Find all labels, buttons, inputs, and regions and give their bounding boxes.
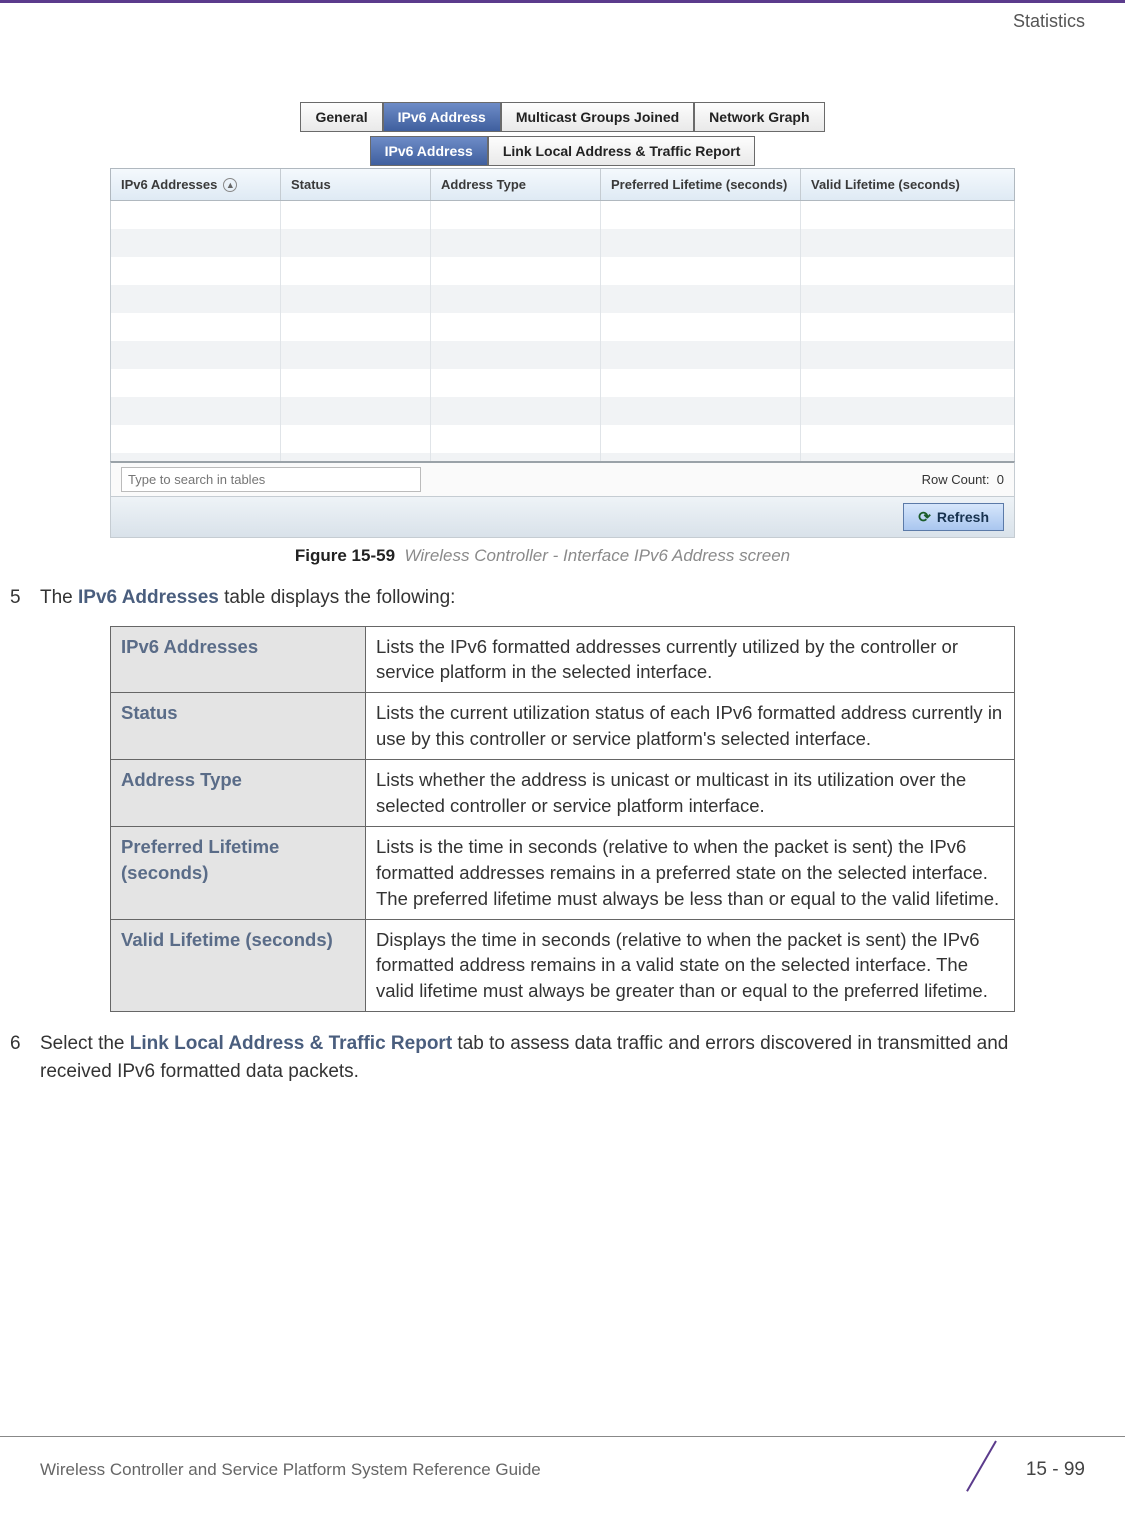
step-number: 6 (10, 1030, 40, 1085)
row-count-label: Row Count: (922, 472, 990, 487)
table-row: Preferred Lifetime (seconds) Lists is th… (111, 826, 1015, 919)
table-row: Valid Lifetime (seconds) Displays the ti… (111, 919, 1015, 1012)
term: Valid Lifetime (seconds) (111, 919, 366, 1012)
sort-asc-icon[interactable]: ▲ (223, 178, 237, 192)
refresh-label: Refresh (937, 509, 989, 525)
col-ipv6-addresses[interactable]: IPv6 Addresses ▲ (111, 169, 281, 200)
term: Address Type (111, 760, 366, 827)
tab-ipv6-address[interactable]: IPv6 Address (383, 102, 501, 132)
term: Preferred Lifetime (seconds) (111, 826, 366, 919)
definition: Lists the IPv6 formatted addresses curre… (366, 626, 1015, 693)
step-text: Select the Link Local Address & Traffic … (40, 1030, 1085, 1085)
action-bar: ⟳ Refresh (110, 497, 1015, 538)
keyword-ipv6-addresses: IPv6 Addresses (78, 587, 219, 608)
page-number: 15 - 99 (1026, 1459, 1085, 1481)
ui-screenshot: General IPv6 Address Multicast Groups Jo… (110, 102, 1015, 538)
definition: Lists is the time in seconds (relative t… (366, 826, 1015, 919)
refresh-button[interactable]: ⟳ Refresh (903, 503, 1004, 531)
text: The (40, 587, 78, 608)
text: table displays the following: (219, 587, 456, 608)
tab-multicast-groups[interactable]: Multicast Groups Joined (501, 102, 694, 132)
step-5: 5 The IPv6 Addresses table displays the … (10, 584, 1085, 612)
refresh-icon: ⟳ (918, 508, 931, 526)
figure-number: Figure 15-59 (295, 546, 395, 565)
figure-caption: Figure 15-59 Wireless Controller - Inter… (0, 546, 1085, 566)
row-count-value: 0 (997, 472, 1004, 487)
table-footer: Row Count: 0 (110, 461, 1015, 497)
keyword-link-local: Link Local Address & Traffic Report (130, 1033, 452, 1054)
table-row: Status Lists the current utilization sta… (111, 693, 1015, 760)
term: Status (111, 693, 366, 760)
definition: Lists the current utilization status of … (366, 693, 1015, 760)
definition: Displays the time in seconds (relative t… (366, 919, 1015, 1012)
table-row: IPv6 Addresses Lists the IPv6 formatted … (111, 626, 1015, 693)
subtab-ipv6-address[interactable]: IPv6 Address (370, 136, 488, 166)
definitions-table: IPv6 Addresses Lists the IPv6 formatted … (110, 626, 1015, 1013)
subtab-link-local[interactable]: Link Local Address & Traffic Report (488, 136, 756, 166)
col-valid-lifetime[interactable]: Valid Lifetime (seconds) (801, 169, 1014, 200)
table-header: IPv6 Addresses ▲ Status Address Type Pre… (110, 168, 1015, 201)
step-6: 6 Select the Link Local Address & Traffi… (10, 1030, 1085, 1085)
row-count: Row Count: 0 (922, 472, 1004, 487)
page-footer: Wireless Controller and Service Platform… (0, 1436, 1125, 1495)
tabs-primary: General IPv6 Address Multicast Groups Jo… (110, 102, 1015, 132)
tab-network-graph[interactable]: Network Graph (694, 102, 824, 132)
step-number: 5 (10, 584, 40, 612)
table-row: Address Type Lists whether the address i… (111, 760, 1015, 827)
text: Select the (40, 1033, 130, 1054)
tabs-secondary: IPv6 Address Link Local Address & Traffi… (110, 136, 1015, 166)
guide-title: Wireless Controller and Service Platform… (40, 1460, 541, 1480)
table-body (110, 201, 1015, 461)
col-address-type[interactable]: Address Type (431, 169, 601, 200)
figure-title: Wireless Controller - Interface IPv6 Add… (404, 546, 790, 565)
page-divider-icon (970, 1445, 1020, 1495)
section-header: Statistics (0, 3, 1125, 32)
search-input[interactable] (121, 467, 421, 492)
definition: Lists whether the address is unicast or … (366, 760, 1015, 827)
page-content: General IPv6 Address Multicast Groups Jo… (0, 32, 1125, 1085)
term: IPv6 Addresses (111, 626, 366, 693)
col-preferred-lifetime[interactable]: Preferred Lifetime (seconds) (601, 169, 801, 200)
col-status[interactable]: Status (281, 169, 431, 200)
col-label: IPv6 Addresses (121, 177, 217, 192)
tab-general[interactable]: General (300, 102, 382, 132)
page-number-wrap: 15 - 99 (970, 1445, 1085, 1495)
step-text: The IPv6 Addresses table displays the fo… (40, 584, 1085, 612)
